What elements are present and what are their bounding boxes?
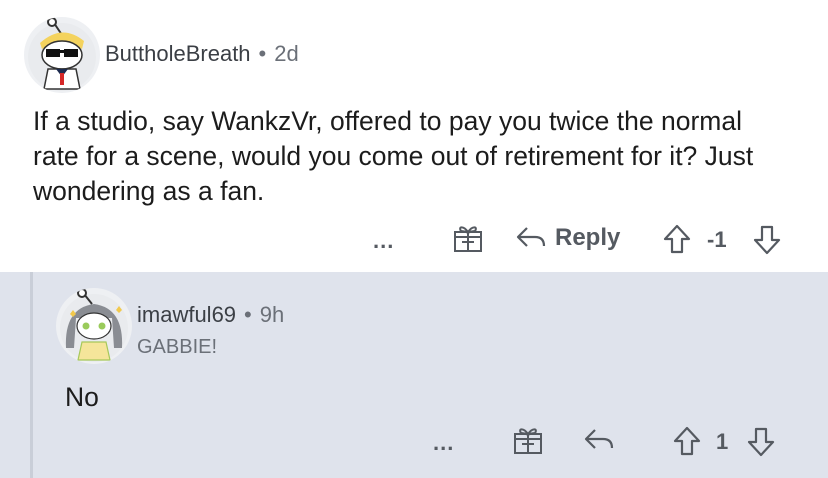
downvote-arrow-icon (753, 225, 781, 255)
reply-upvote-button[interactable] (672, 425, 702, 457)
upvote-arrow-icon (673, 426, 701, 456)
reply-button[interactable]: Reply (515, 224, 620, 252)
meta-separator: • (258, 41, 267, 66)
reply-avatar[interactable] (56, 288, 132, 364)
avatar[interactable] (24, 17, 100, 93)
more-options-button[interactable]: ... (373, 228, 394, 254)
gift-icon (514, 428, 542, 454)
comment-timestamp: 2d (274, 41, 299, 66)
reply-vote-count: 1 (716, 429, 728, 455)
user-flair: GABBIE! (137, 336, 218, 358)
upvote-button[interactable] (662, 223, 692, 255)
reply-award-button[interactable] (512, 425, 544, 455)
more-options-icon: ... (433, 430, 455, 455)
more-options-icon: ... (373, 228, 395, 253)
comment-username[interactable]: ButtholeBreath (105, 41, 251, 67)
reply-arrow-icon (584, 429, 614, 449)
reply-timestamp: 9h (259, 302, 285, 327)
reply-meta: imawful69 • 9h (137, 302, 284, 328)
thread-line[interactable] (30, 272, 33, 478)
downvote-arrow-icon (747, 427, 775, 457)
meta-separator: • (244, 302, 252, 327)
reply-downvote-button[interactable] (746, 426, 776, 458)
reply-body: No (65, 382, 99, 412)
vote-count: -1 (707, 227, 727, 253)
vote-count-value: -1 (707, 227, 727, 252)
comment-body: If a studio, say WankzVr, offered to pay… (33, 106, 754, 206)
upvote-arrow-icon (663, 224, 691, 254)
reply-reply-button[interactable] (583, 426, 615, 454)
comment-meta: ButtholeBreath • 2d (105, 41, 299, 67)
gift-icon (454, 226, 482, 252)
reply-label: Reply (555, 224, 621, 251)
reply-more-options-button[interactable]: ... (433, 430, 454, 456)
reply-arrow-icon (516, 227, 546, 247)
award-button[interactable] (452, 223, 484, 253)
vote-count-value: 1 (716, 429, 729, 454)
downvote-button[interactable] (752, 224, 782, 256)
reply-username[interactable]: imawful69 (137, 302, 236, 328)
